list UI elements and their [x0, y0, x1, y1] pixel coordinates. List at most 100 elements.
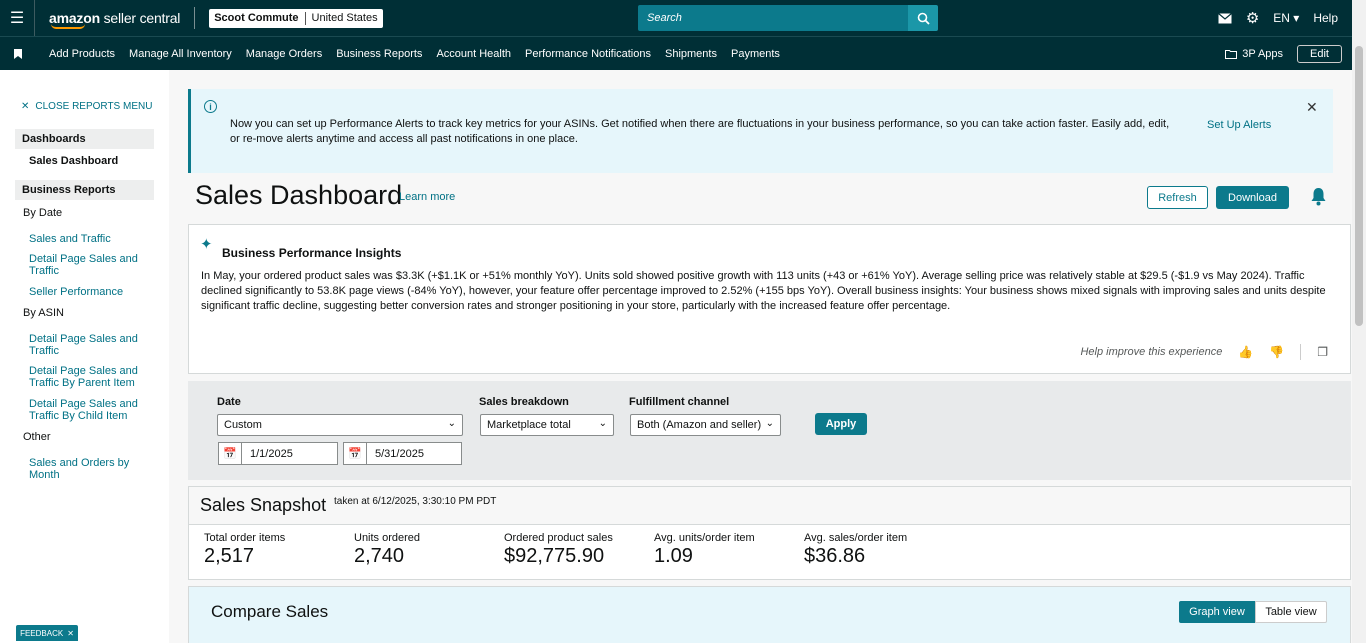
close-icon[interactable]: ✕	[67, 629, 74, 638]
search-input[interactable]	[638, 5, 908, 31]
metric-avg-units-per-order-item: Avg. units/order item 1.09	[654, 532, 755, 568]
close-banner-icon[interactable]: ✕	[1306, 99, 1318, 116]
nav-add-products[interactable]: Add Products	[49, 48, 115, 60]
metric-value: 1.09	[654, 545, 693, 567]
insights-feedback: Help improve this experience 👍 👎 ❐	[1080, 344, 1328, 360]
apps-link[interactable]: 3P Apps	[1225, 48, 1283, 60]
language-selector[interactable]: EN ▾	[1273, 11, 1299, 25]
sales-breakdown-value: Marketplace total	[487, 419, 571, 431]
store-separator	[304, 11, 306, 25]
nav-right-actions: 3P Apps Edit	[1225, 37, 1342, 71]
top-header-bar: ☰ amazon seller central Scoot Commute Un…	[0, 0, 1352, 36]
snapshot-timestamp: taken at 6/12/2025, 3:30:10 PM PDT	[334, 496, 497, 507]
chevron-down-icon: ⌄	[447, 418, 456, 429]
performance-alerts-banner: i Now you can set up Performance Alerts …	[188, 89, 1333, 173]
thumbs-down-icon[interactable]: 👎	[1269, 345, 1284, 359]
set-up-alerts-link[interactable]: Set Up Alerts	[1207, 119, 1271, 131]
download-button[interactable]: Download	[1216, 186, 1289, 209]
learn-more-link[interactable]: Learn more	[399, 191, 455, 203]
apps-label: 3P Apps	[1242, 48, 1284, 60]
hamburger-menu-icon[interactable]: ☰	[0, 0, 34, 36]
calendar-icon: 📅	[344, 443, 367, 464]
filters-panel: Date Custom ⌄ 📅 1/1/2025 📅 5/31/2025 Sal…	[188, 381, 1351, 480]
bell-icon[interactable]	[1310, 187, 1327, 209]
search-icon	[917, 12, 930, 25]
sidebar-link-detail-page-sales-traffic[interactable]: Detail Page Sales and Traffic	[29, 253, 144, 277]
close-menu-label: CLOSE REPORTS MENU	[35, 101, 153, 112]
metric-label: Avg. units/order item	[654, 532, 755, 544]
metric-label: Avg. sales/order item	[804, 532, 908, 544]
metric-label: Units ordered	[354, 532, 421, 544]
sidebar-link-sales-orders-by-month[interactable]: Sales and Orders by Month	[29, 457, 144, 481]
navigation-bar: Add Products Manage All Inventory Manage…	[0, 36, 1352, 70]
page-title: Sales Dashboard	[195, 180, 403, 210]
table-view-button[interactable]: Table view	[1255, 601, 1327, 623]
sidebar-link-asin-child-item[interactable]: Detail Page Sales and Traffic By Child I…	[29, 398, 144, 422]
sidebar-link-asin-detail-page[interactable]: Detail Page Sales and Traffic	[29, 333, 144, 357]
chevron-down-icon: ⌄	[765, 418, 774, 429]
folder-icon	[1225, 50, 1238, 59]
nav-payments[interactable]: Payments	[731, 48, 780, 60]
nav-shipments[interactable]: Shipments	[665, 48, 717, 60]
start-date-field[interactable]: 📅 1/1/2025	[218, 442, 338, 465]
end-date-value: 5/31/2025	[375, 447, 424, 460]
reports-sidebar: ✕ CLOSE REPORTS MENU Dashboards Sales Da…	[0, 70, 169, 643]
apply-button[interactable]: Apply	[815, 413, 867, 435]
metric-label: Total order items	[204, 532, 286, 544]
sales-breakdown-select[interactable]: Marketplace total ⌄	[480, 414, 614, 436]
graph-view-button[interactable]: Graph view	[1179, 601, 1255, 623]
sidebar-link-asin-parent-item[interactable]: Detail Page Sales and Traffic By Parent …	[29, 365, 144, 389]
nav-items: Add Products Manage All Inventory Manage…	[49, 48, 794, 60]
close-reports-menu-button[interactable]: ✕ CLOSE REPORTS MENU	[21, 101, 152, 112]
search-button[interactable]	[908, 5, 938, 31]
info-icon: i	[204, 100, 217, 113]
mail-icon[interactable]	[1217, 12, 1232, 24]
metric-units-ordered: Units ordered 2,740	[354, 532, 420, 568]
help-link[interactable]: Help	[1313, 11, 1338, 25]
sidebar-link-seller-performance[interactable]: Seller Performance	[29, 286, 144, 298]
bookmark-icon[interactable]	[0, 48, 36, 59]
search-bar	[638, 5, 938, 31]
feedback-tab-button[interactable]: FEEDBACK ✕	[16, 625, 78, 641]
date-range-select[interactable]: Custom ⌄	[217, 414, 463, 436]
seller-central-logo[interactable]: amazon seller central	[34, 0, 180, 36]
nav-account-health[interactable]: Account Health	[436, 48, 511, 60]
sidebar-section-dashboards: Dashboards	[15, 129, 154, 149]
sales-breakdown-label: Sales breakdown	[479, 396, 569, 408]
compare-sales-card: Compare Sales Graph view Table view	[188, 586, 1351, 643]
nav-performance-notifications[interactable]: Performance Notifications	[525, 48, 651, 60]
sidebar-link-sales-and-traffic[interactable]: Sales and Traffic	[29, 233, 144, 245]
metric-value: 2,517	[204, 545, 255, 567]
business-insights-card: ✦ Business Performance Insights In May, …	[188, 224, 1351, 374]
scrollbar-thumb[interactable]	[1355, 46, 1363, 326]
calendar-icon: 📅	[219, 443, 242, 464]
store-switcher[interactable]: Scoot Commute United States	[209, 8, 383, 28]
edit-nav-button[interactable]: Edit	[1297, 45, 1342, 63]
refresh-button[interactable]: Refresh	[1147, 186, 1208, 209]
sidebar-item-sales-dashboard[interactable]: Sales Dashboard	[29, 155, 118, 167]
copy-icon[interactable]: ❐	[1317, 345, 1328, 359]
fulfillment-channel-select[interactable]: Both (Amazon and seller) ⌄	[630, 414, 781, 436]
end-date-field[interactable]: 📅 5/31/2025	[343, 442, 462, 465]
insights-title: Business Performance Insights	[222, 246, 402, 260]
metric-value: $92,775.90	[504, 545, 605, 567]
date-label: Date	[217, 396, 241, 408]
metric-label: Ordered product sales	[504, 532, 613, 544]
sparkle-icon: ✦	[200, 236, 213, 253]
thumbs-up-icon[interactable]: 👍	[1238, 345, 1253, 359]
fulfillment-channel-value: Both (Amazon and seller)	[637, 419, 762, 431]
snapshot-header: Sales Snapshot taken at 6/12/2025, 3:30:…	[189, 487, 1350, 525]
fulfillment-channel-label: Fulfillment channel	[629, 396, 730, 408]
header-actions: ⚙ EN ▾ Help	[1217, 0, 1338, 36]
page-scrollbar[interactable]	[1352, 0, 1366, 643]
snapshot-title: Sales Snapshot	[200, 495, 327, 515]
metric-ordered-product-sales: Ordered product sales $92,775.90	[504, 532, 613, 568]
nav-manage-orders[interactable]: Manage Orders	[246, 48, 322, 60]
header-divider	[194, 7, 196, 29]
nav-business-reports[interactable]: Business Reports	[336, 48, 422, 60]
main-content: i Now you can set up Performance Alerts …	[169, 70, 1352, 643]
nav-manage-all-inventory[interactable]: Manage All Inventory	[129, 48, 232, 60]
store-name: Scoot Commute	[214, 12, 299, 24]
settings-gear-icon[interactable]: ⚙	[1246, 9, 1259, 27]
sidebar-group-other: Other	[23, 431, 51, 443]
